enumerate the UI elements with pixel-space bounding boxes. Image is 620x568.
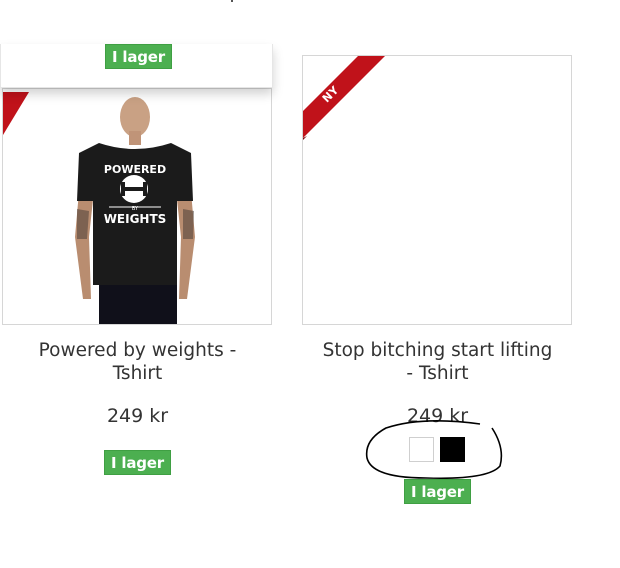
title-line2: Tshirt (112, 363, 163, 384)
shirt-print-lifting: LIFTING (431, 181, 471, 191)
product-image-powered-by-weights[interactable]: POWERED BY WEIGHTS (2, 88, 272, 325)
title-line2: - Tshirt (406, 363, 469, 384)
title-line1: Stop bitching start lifting (322, 340, 553, 361)
stray-dot (231, 0, 233, 2)
shirt-print-line1: POWERED (104, 163, 166, 176)
shirt-print-stop: STOP (400, 167, 427, 177)
stock-badge: I lager (404, 479, 471, 504)
product-price: 249 kr (106, 405, 169, 427)
shirt-print-start: START (399, 181, 431, 191)
shirt-print-bitching: BITCHING (427, 167, 476, 177)
title-line1: Powered by weights - (38, 340, 237, 361)
product-title-powered-by-weights[interactable]: Powered by weights - Tshirt (10, 339, 265, 385)
product-image-stop-bitching[interactable]: NY STOP BITCHING START LIFTING (302, 55, 572, 325)
stock-badge: I lager (104, 450, 171, 475)
color-swatch-black[interactable] (440, 437, 465, 462)
new-ribbon: NY (303, 56, 385, 140)
product-title-stop-bitching[interactable]: Stop bitching start lifting - Tshirt (310, 339, 565, 385)
hover-card-fragment: I lager (0, 44, 273, 88)
shirt-print-line3: WEIGHTS (104, 212, 167, 226)
color-swatch-white[interactable] (409, 437, 434, 462)
top-stock-badge: I lager (105, 44, 172, 69)
tshirt-model-photo: POWERED BY WEIGHTS (75, 97, 195, 324)
annotation-circle (365, 420, 503, 480)
